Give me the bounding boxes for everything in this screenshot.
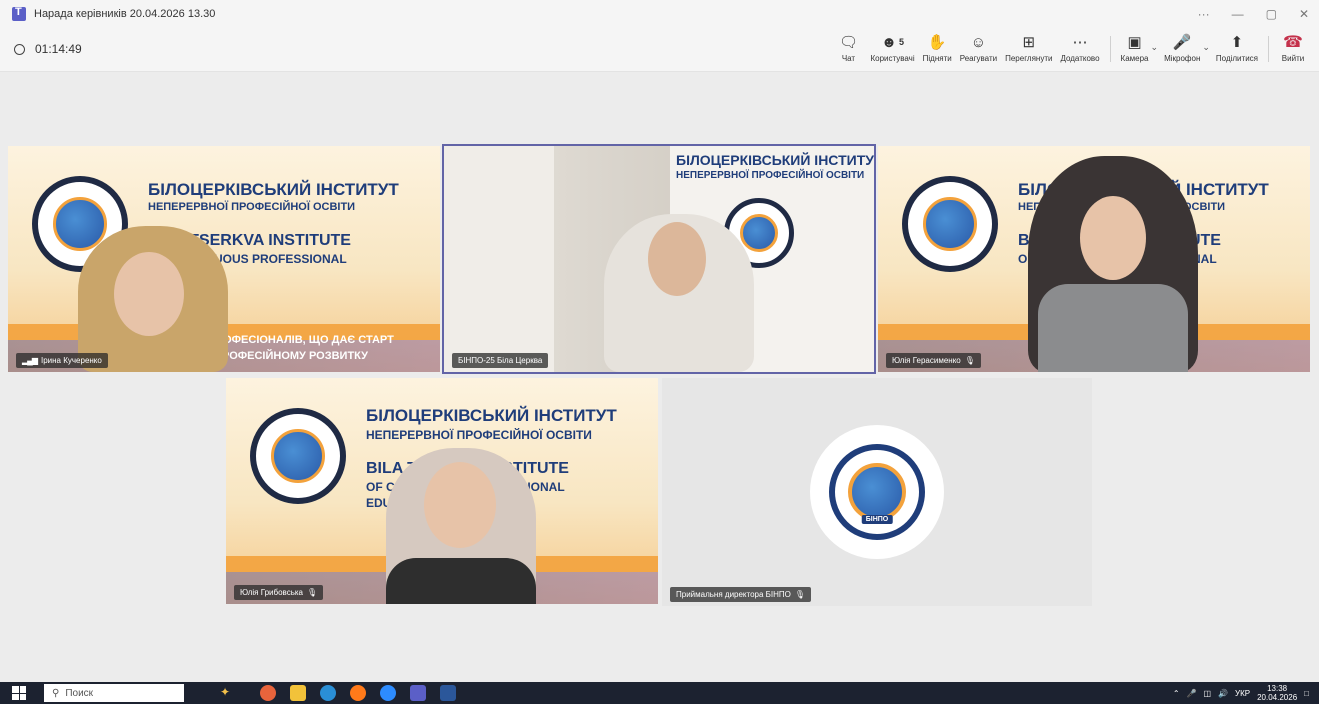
leave-button[interactable]: ☎ Вийти [1279, 32, 1307, 63]
microphone-icon[interactable]: 🎤 [1187, 689, 1197, 698]
zoom-icon[interactable] [380, 685, 396, 701]
participant-name: Юлія Герасименко [892, 356, 961, 365]
institute-logo: БІНПО [829, 444, 925, 540]
tray-chevron-icon[interactable]: ⌃ [1173, 689, 1180, 698]
participant-video [386, 448, 536, 604]
notification-icon[interactable]: □ [1304, 689, 1309, 698]
participant-name: Приймальня директора БІНПО [676, 590, 791, 599]
system-tray: ⌃ 🎤 ◫ 🔊 УКР 13:38 20.04.2026 □ [1173, 682, 1309, 704]
banner-text: І ПРОФЕСІЙНОМУ РОЗВИТКУ [208, 350, 368, 362]
banner-text: НЕПЕРЕРВНОЇ ПРОФЕСІЙНОЇ ОСВІТИ [366, 428, 592, 442]
chat-icon: 🗨 [838, 34, 858, 51]
clock-time: 13:38 [1267, 684, 1288, 693]
banner-text: БІЛОЦЕРКІВСЬКИЙ ІНСТИТУТ [366, 406, 617, 425]
microphone-icon: 🎤 [1172, 34, 1192, 51]
teams-icon [12, 6, 26, 21]
more-options-icon[interactable]: ··· [1198, 7, 1210, 21]
participant-nametag: Юлія Грибовська 🎙 [234, 585, 324, 600]
people-icon: ☻ 5 [881, 33, 904, 51]
poster-left [444, 146, 554, 372]
share-icon: ⬆ [1230, 34, 1244, 51]
camera-options-chevron-icon[interactable]: ⌄ [1151, 42, 1159, 53]
participant-video [1028, 156, 1198, 372]
banner-text: БІЛОЦЕРКІВСЬКИЙ ІНСТИТУТ [676, 152, 874, 168]
network-icon[interactable]: ◫ [1204, 689, 1212, 698]
timer-value: 01:14:49 [35, 42, 82, 56]
participant-tile-active[interactable]: БІЛОЦЕРКІВСЬКИЙ ІНСТИТУТ НЕПЕРЕРВНОЇ ПРО… [442, 144, 876, 374]
mic-off-icon: 🎙 [794, 590, 806, 599]
participant-nametag: БІНПО-25 Біла Церква [452, 353, 549, 368]
institute-logo [902, 176, 998, 272]
mic-options-chevron-icon[interactable]: ⌄ [1202, 42, 1210, 53]
minimize-button[interactable]: — [1232, 7, 1244, 21]
file-explorer-icon[interactable] [290, 685, 306, 701]
mic-button[interactable]: 🎤 Мікрофон [1164, 32, 1200, 63]
people-count: 5 [898, 37, 904, 47]
meeting-toolbar: 01:14:49 🗨 Чат ☻ 5 Користувачі ✋ Підняти … [0, 28, 1319, 72]
teams-icon[interactable] [410, 685, 426, 701]
people-button[interactable]: ☻ 5 Користувачі [870, 32, 914, 64]
search-placeholder: Поиск [65, 687, 94, 699]
smile-icon: ☺ [970, 33, 987, 51]
camera-button[interactable]: ▣ Камера [1121, 32, 1149, 63]
react-button[interactable]: ☺ Реагувати [960, 32, 997, 64]
participant-name: Юлія Грибовська [240, 588, 304, 597]
participant-video [78, 226, 228, 372]
clock-date: 20.04.2026 [1257, 693, 1298, 702]
more-icon: ⋯ [1072, 34, 1088, 51]
windows-taskbar: ⚲ Поиск ✦ ⌃ 🎤 ◫ 🔊 УКР 13:38 20.04.2026 □ [0, 682, 1319, 704]
mic-off-icon: 🎙 [964, 356, 975, 365]
camera-icon: ▣ [1127, 34, 1142, 51]
chat-button[interactable]: 🗨 Чат [834, 32, 862, 63]
copilot-icon[interactable]: ✦ [220, 685, 246, 701]
participant-name: БІНПО-25 Біла Церква [458, 356, 543, 365]
signal-icon: ▂▄▆ [22, 356, 38, 365]
institute-logo [250, 408, 346, 504]
raise-hand-button[interactable]: ✋ Підняти [923, 32, 952, 63]
speaker-icon[interactable]: 🔊 [1218, 689, 1228, 698]
avatar-label: БІНПО [861, 515, 893, 524]
search-icon: ⚲ [52, 687, 60, 699]
window-controls: ··· — ▢ ✕ [1198, 0, 1309, 28]
taskbar-search[interactable]: ⚲ Поиск [44, 684, 184, 702]
participant-avatar: БІНПО [818, 433, 936, 551]
language-indicator[interactable]: УКР [1235, 689, 1250, 698]
toolbar-actions: 🗨 Чат ☻ 5 Користувачі ✋ Підняти ☺ Реагува… [830, 32, 1311, 68]
maximize-button[interactable]: ▢ [1266, 7, 1277, 21]
window-title: Нарада керівників 20.04.2026 13.30 [34, 8, 216, 20]
windows-start-icon[interactable] [12, 686, 26, 700]
hang-up-icon: ☎ [1283, 34, 1303, 51]
participant-tile[interactable]: БІЛОЦЕРКІВСЬКИЙ ІНСТИТУТ НЕПЕРЕРВНОЇ ПРО… [878, 146, 1310, 372]
close-button[interactable]: ✕ [1299, 7, 1309, 21]
hand-icon: ✋ [927, 34, 947, 51]
word-icon[interactable] [440, 685, 456, 701]
more-button[interactable]: ⋯ Додатково [1060, 32, 1099, 63]
view-button[interactable]: ⊞ Переглянути [1005, 32, 1052, 63]
participant-tile[interactable]: БІЛОЦЕРКІВСЬКИЙ ІНСТИТУТ НЕПЕРЕРВНОЇ ПРО… [8, 146, 440, 372]
banner-text: НЕПЕРЕРВНОЇ ПРОФЕСІЙНОЇ ОСВІТИ [148, 201, 356, 213]
banner-text: ПРОФЕСІОНАЛІВ, ЩО ДАЄ СТАРТ [208, 334, 394, 346]
participant-name: Ірина Кучеренко [40, 356, 102, 365]
participant-nametag: Юлія Герасименко 🎙 [886, 353, 981, 368]
participant-nametag: ▂▄▆ Ірина Кучеренко [16, 353, 108, 368]
title-bar: Нарада керівників 20.04.2026 13.30 ··· —… [0, 0, 1319, 28]
meeting-timer: 01:14:49 [14, 42, 82, 56]
firefox-icon[interactable] [350, 685, 366, 701]
toolbar-divider [1268, 36, 1269, 62]
participant-tile[interactable]: БІЛОЦЕРКІВСЬКИЙ ІНСТИТУТ НЕПЕРЕРВНОЇ ПРО… [226, 378, 658, 604]
shield-icon [14, 43, 25, 55]
edge-icon[interactable] [320, 685, 336, 701]
taskbar-apps: ✦ [220, 685, 456, 701]
participant-video [604, 214, 754, 372]
chrome-icon[interactable] [260, 685, 276, 701]
banner-text: НЕПЕРЕРВНОЇ ПРОФЕСІЙНОЇ ОСВІТИ [676, 170, 865, 181]
grid-icon: ⊞ [1022, 34, 1036, 51]
banner-text: БІЛОЦЕРКІВСЬКИЙ ІНСТИТУТ [148, 180, 399, 199]
participant-nametag: Приймальня директора БІНПО 🎙 [670, 587, 812, 602]
share-button[interactable]: ⬆ Поділитися [1216, 32, 1258, 63]
clock[interactable]: 13:38 20.04.2026 [1257, 684, 1297, 702]
mic-off-icon: 🎙 [307, 588, 318, 597]
participant-tile[interactable]: БІНПО Приймальня директора БІНПО 🎙 [662, 378, 1092, 606]
toolbar-divider [1109, 36, 1111, 62]
